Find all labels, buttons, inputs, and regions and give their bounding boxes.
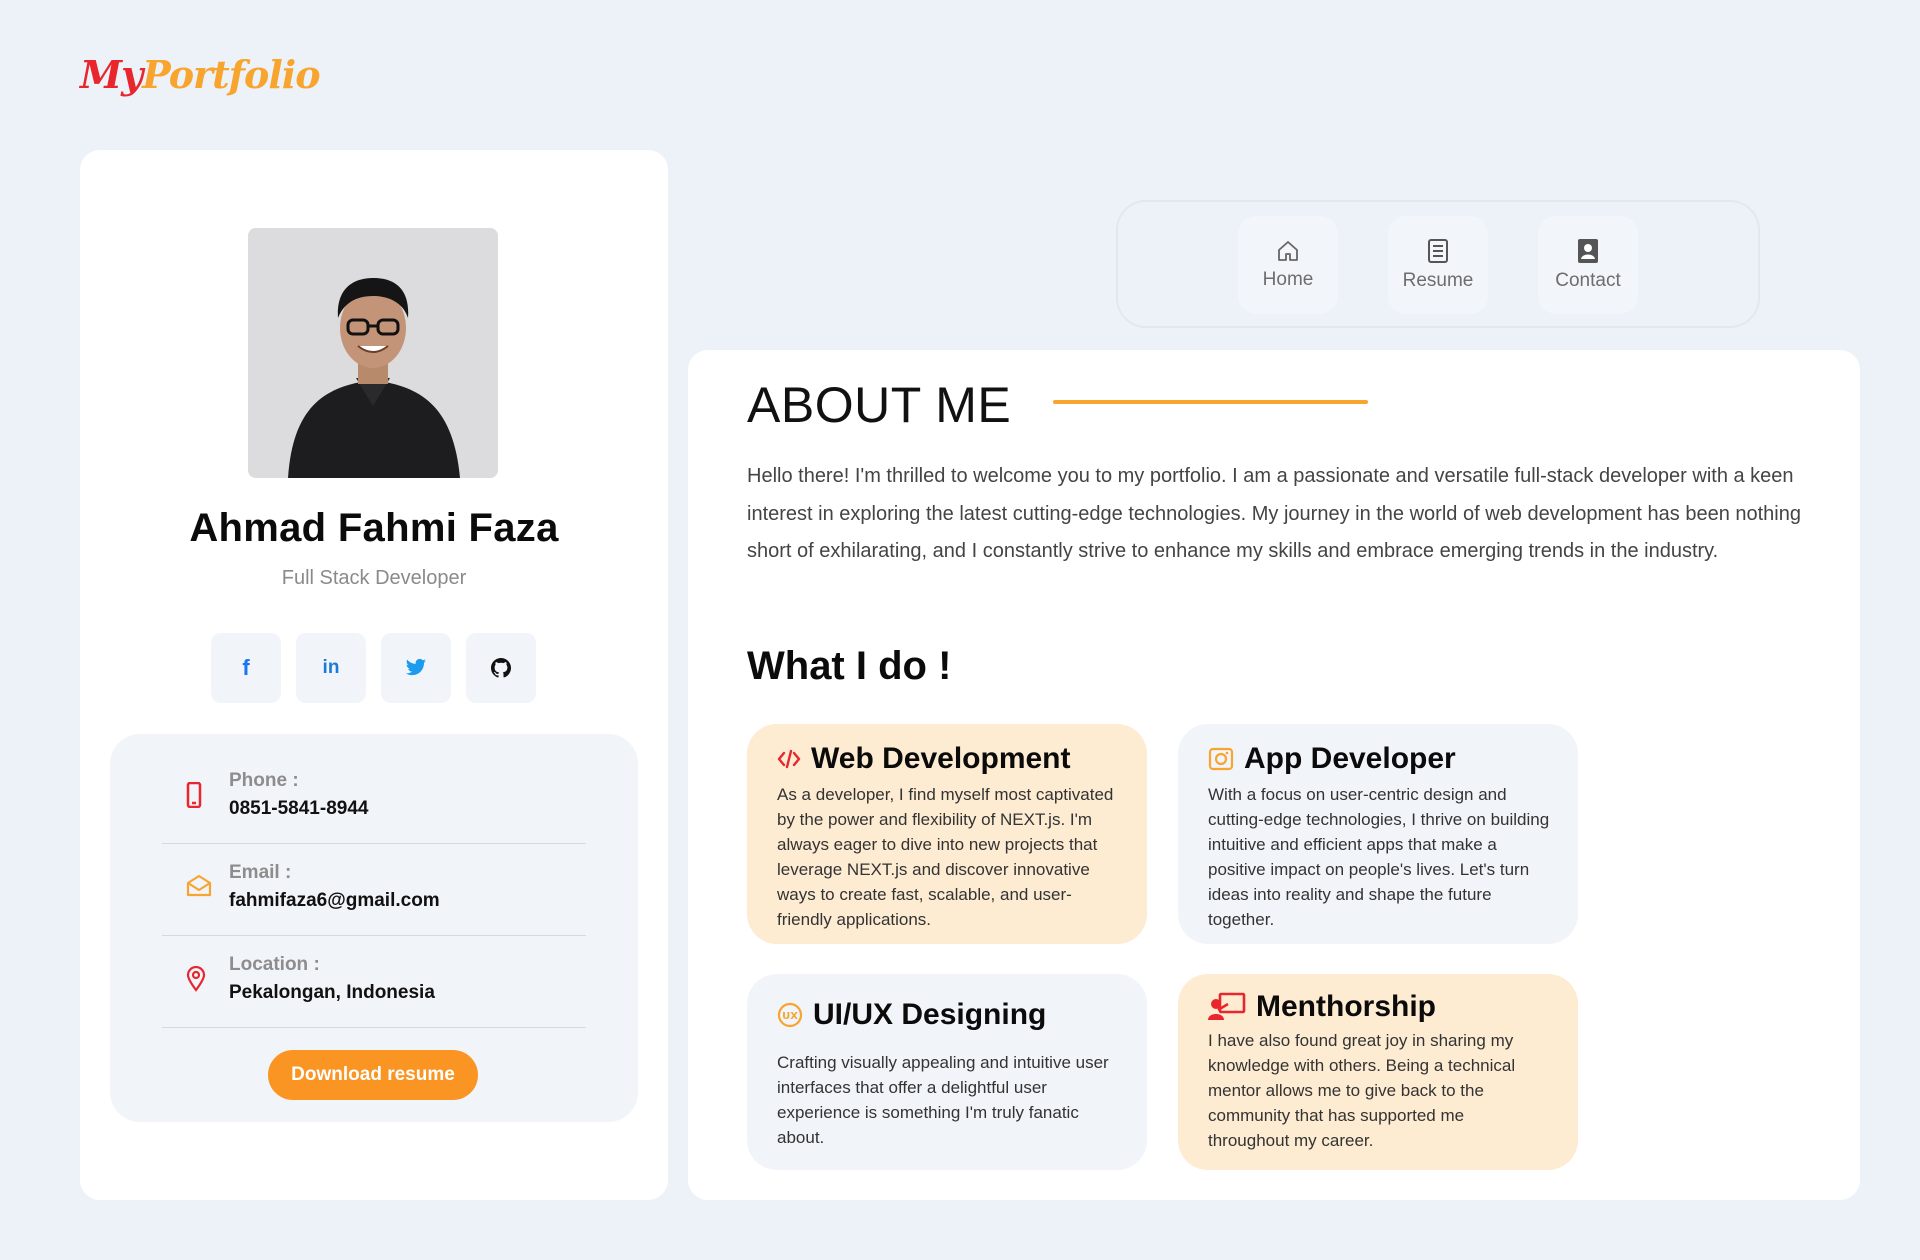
- service-title: Web Development: [811, 742, 1071, 775]
- app-icon: [1208, 747, 1234, 771]
- email-icon: [186, 874, 212, 897]
- nav-home[interactable]: Home: [1238, 216, 1338, 314]
- github-icon: [491, 658, 511, 678]
- facebook-button[interactable]: f: [211, 633, 281, 703]
- location-icon: [186, 966, 206, 992]
- about-title: ABOUT ME: [747, 377, 1012, 433]
- about-section: ABOUT ME Hello there! I'm thrilled to we…: [688, 350, 1860, 1200]
- contact-book-icon: [1578, 239, 1598, 263]
- twitter-button[interactable]: [381, 633, 451, 703]
- service-app-developer: App Developer With a focus on user-centr…: [1178, 724, 1578, 944]
- home-icon: [1278, 241, 1298, 261]
- nav-contact-label: Contact: [1555, 270, 1621, 291]
- nav-resume-label: Resume: [1402, 270, 1474, 291]
- phone-label: Phone :: [229, 770, 299, 791]
- linkedin-icon: in: [322, 657, 340, 678]
- logo-part-my: My: [80, 52, 143, 97]
- mentor-icon: [1208, 992, 1246, 1020]
- code-icon: [777, 749, 801, 769]
- github-button[interactable]: [466, 633, 536, 703]
- about-text: Hello there! I'm thrilled to welcome you…: [747, 465, 1801, 562]
- service-menthorship: Menthorship I have also found great joy …: [1178, 974, 1578, 1170]
- location-label: Location :: [229, 954, 320, 975]
- service-text: As a developer, I find myself most capti…: [777, 785, 1114, 929]
- service-title: Menthorship: [1256, 990, 1436, 1023]
- phone-value: 0851-5841-8944: [229, 798, 369, 819]
- main-nav: Home Resume Contact: [1116, 200, 1760, 328]
- contact-location: Location : Pekalongan, Indonesia: [162, 936, 586, 1028]
- contact-email: Email : fahmifaza6@gmail.com: [162, 844, 586, 936]
- nav-resume[interactable]: Resume: [1388, 216, 1488, 314]
- ux-icon: UX: [777, 1002, 803, 1028]
- facebook-icon: f: [242, 655, 250, 680]
- service-title: UI/UX Designing: [813, 998, 1047, 1031]
- twitter-icon: [405, 658, 427, 676]
- contact-info: Phone : 0851-5841-8944 Email : fahmifaza…: [110, 734, 638, 1122]
- nav-home-label: Home: [1262, 269, 1314, 290]
- service-text: With a focus on user-centric design and …: [1208, 785, 1550, 929]
- logo[interactable]: MyPortfolio: [80, 52, 321, 97]
- avatar: [248, 228, 498, 478]
- linkedin-button[interactable]: in: [296, 633, 366, 703]
- profile-role: Full Stack Developer: [281, 567, 467, 589]
- what-i-do-title: What I do !: [747, 644, 952, 688]
- email-value[interactable]: fahmifaza6@gmail.com: [229, 890, 440, 912]
- download-resume-button[interactable]: Download resume: [268, 1050, 478, 1100]
- profile-name: Ahmad Fahmi Faza: [189, 506, 559, 550]
- location-value: Pekalongan, Indonesia: [229, 982, 435, 1003]
- service-title: App Developer: [1244, 742, 1456, 775]
- contact-phone: Phone : 0851-5841-8944: [162, 752, 586, 844]
- phone-icon: [186, 782, 202, 808]
- logo-part-portfolio: Portfolio: [142, 52, 320, 97]
- document-icon: [1428, 239, 1448, 263]
- service-web-development: Web Development As a developer, I find m…: [747, 724, 1147, 944]
- profile-card: Ahmad Fahmi Faza Full Stack Developer f …: [80, 150, 668, 1200]
- service-uiux-designing: UX UI/UX Designing Crafting visually app…: [747, 974, 1147, 1170]
- service-text: I have also found great joy in sharing m…: [1208, 1031, 1516, 1150]
- email-label: Email :: [229, 862, 292, 883]
- title-underline: [1053, 400, 1368, 404]
- nav-contact[interactable]: Contact: [1538, 216, 1638, 314]
- svg-text:UX: UX: [782, 1011, 798, 1022]
- service-text: Crafting visually appealing and intuitiv…: [777, 1053, 1109, 1147]
- social-links: f in: [211, 633, 536, 703]
